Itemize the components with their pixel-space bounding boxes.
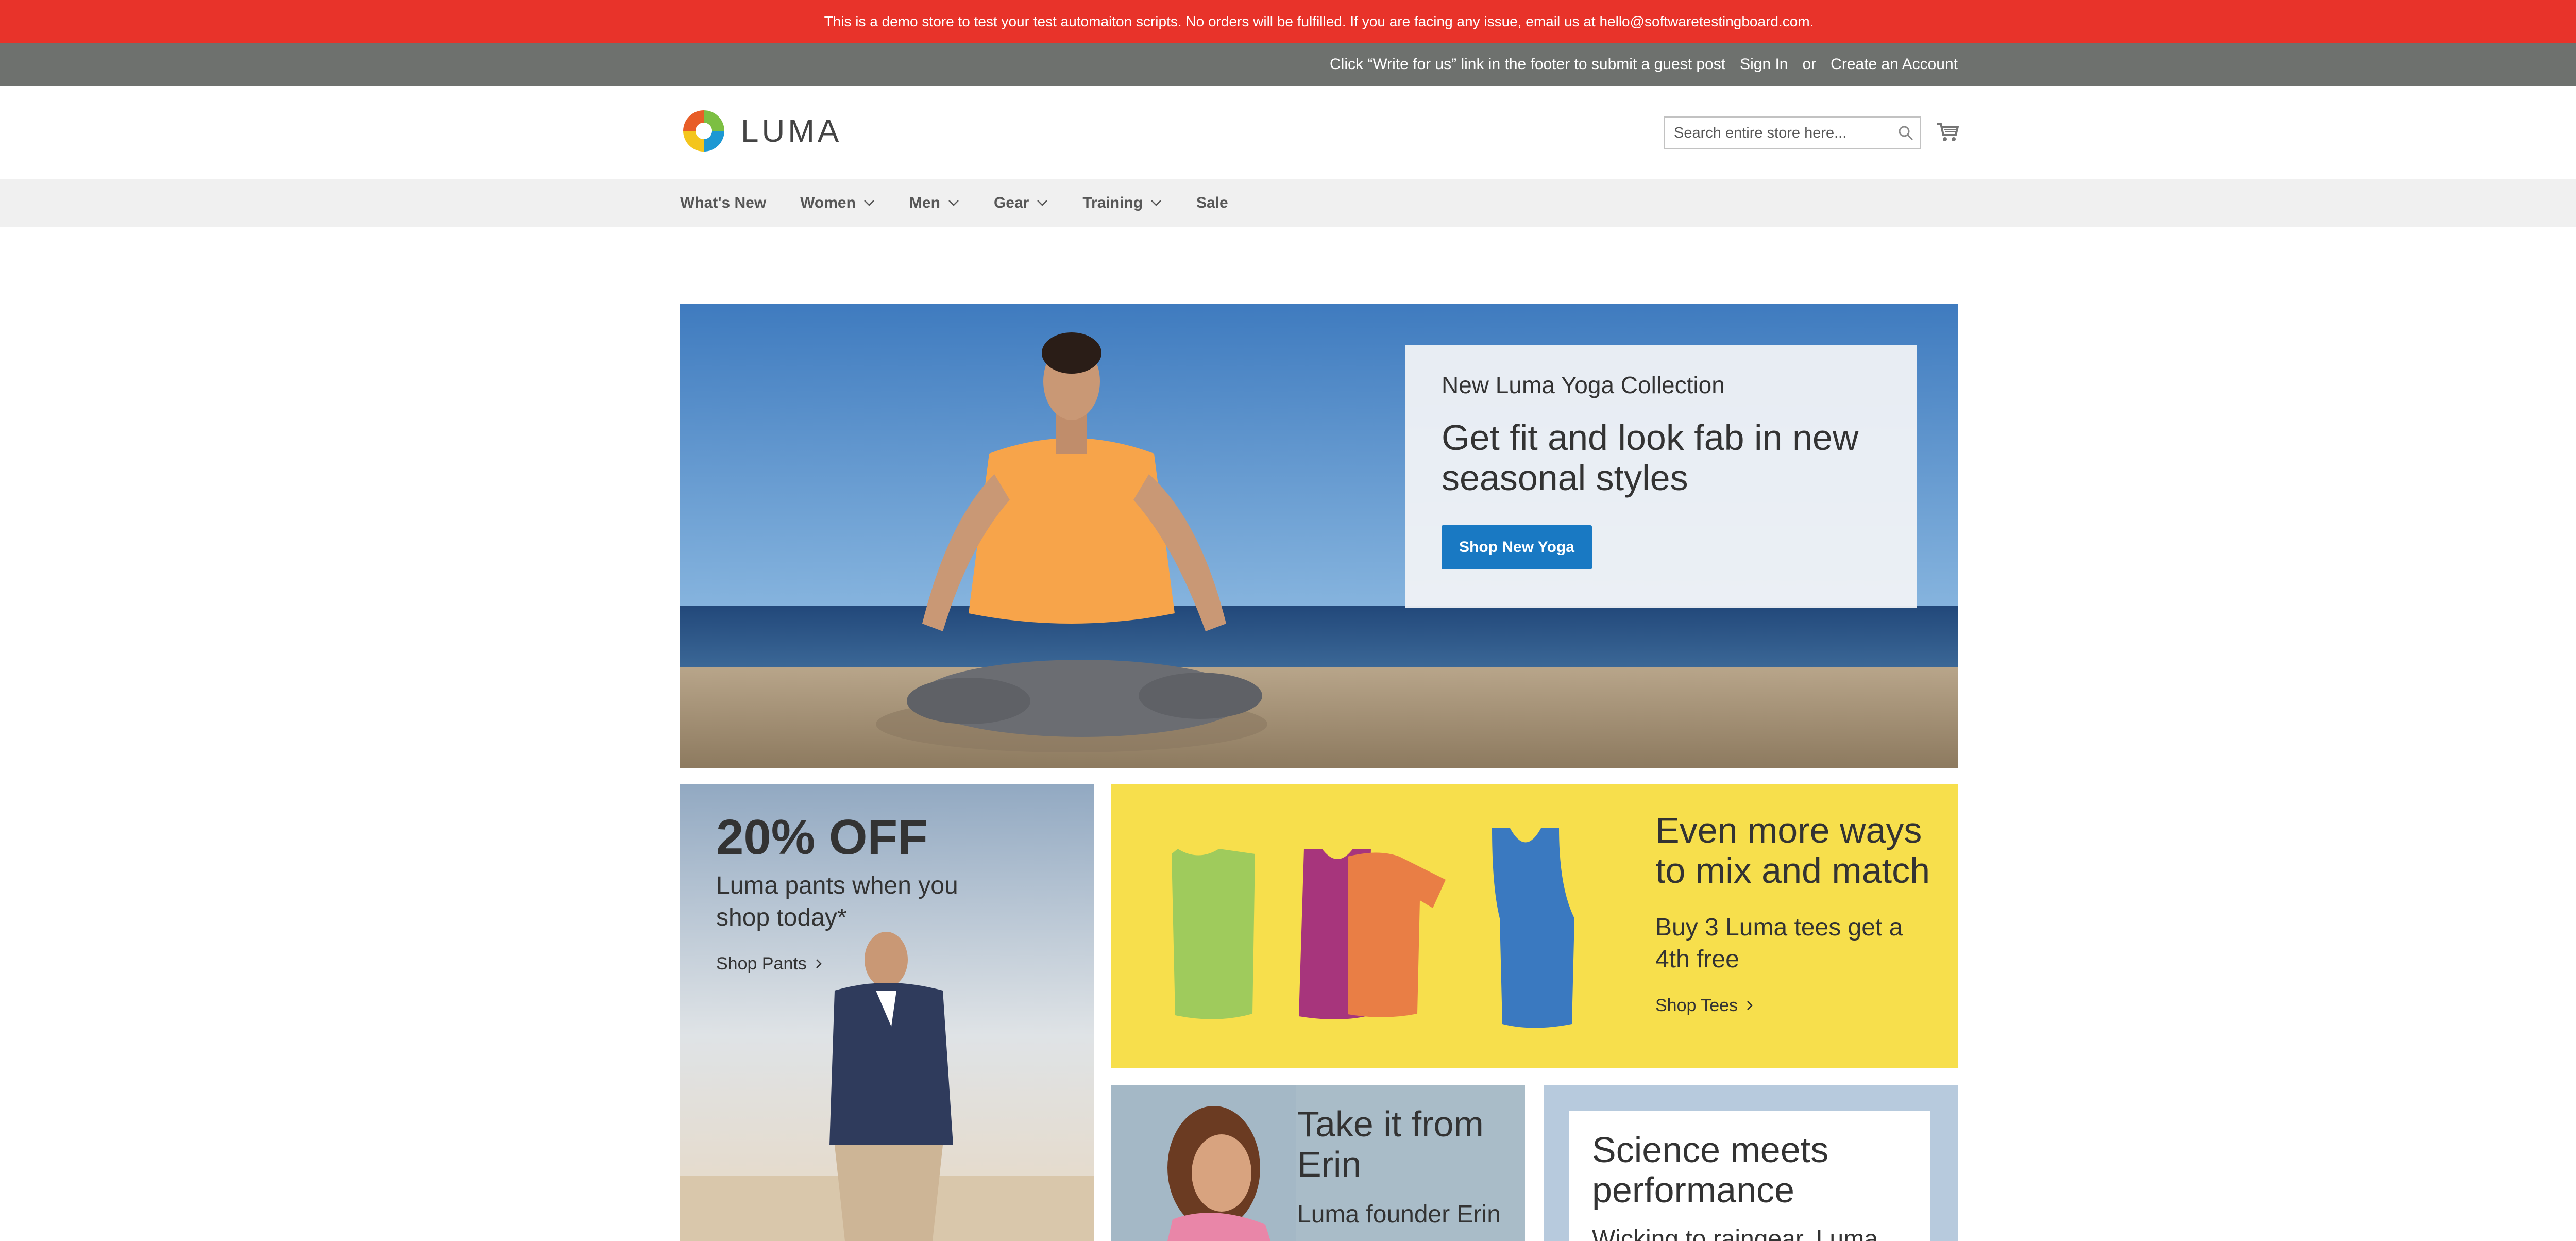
nav-item-whats-new[interactable]: What's New <box>680 194 766 212</box>
chevron-right-icon <box>816 959 822 969</box>
nav-item-men[interactable]: Men <box>909 194 960 212</box>
nav-item-label: Men <box>909 194 940 211</box>
search-input[interactable] <box>1665 118 1891 148</box>
shop-pants-label: Shop Pants <box>716 953 807 974</box>
logo-text: LUMA <box>741 113 842 149</box>
promo-erin-image <box>1111 1085 1296 1241</box>
nav-item-training[interactable]: Training <box>1082 194 1162 212</box>
site-header: LUMA <box>0 86 2576 179</box>
hero-promo-box: New Luma Yoga Collection Get fit and loo… <box>1405 345 1917 608</box>
shop-tees-label: Shop Tees <box>1655 995 1738 1015</box>
demo-notice-text: This is a demo store to test your test a… <box>824 13 1814 29</box>
nav-item-gear[interactable]: Gear <box>994 194 1048 212</box>
chevron-down-icon <box>864 200 874 206</box>
shop-tees-link[interactable]: Shop Tees <box>1655 996 1934 1016</box>
main-navigation: What's New Women Men Gear Training Sale <box>0 179 2576 227</box>
nav-item-label: Training <box>1082 194 1143 211</box>
nav-item-women[interactable]: Women <box>800 194 875 212</box>
nav-item-label: Gear <box>993 194 1029 211</box>
science-title: Science meets performance <box>1592 1130 1829 1211</box>
promo-science-block[interactable]: Science meets performance Wicking to rai… <box>1544 1085 1958 1241</box>
erin-title: Take it from Erin <box>1297 1104 1484 1185</box>
hero-title: Get fit and look fab in new seasonal sty… <box>1442 417 1859 498</box>
science-subtitle: Wicking to raingear, Luma <box>1592 1225 1878 1241</box>
promo-pants-block[interactable]: 20% OFF Luma pants when you shop today* … <box>680 784 1094 1241</box>
nav-item-label: Sale <box>1196 194 1228 211</box>
pants-subtitle: Luma pants when you shop today* <box>716 872 958 932</box>
sign-in-link[interactable]: Sign In <box>1740 56 1788 73</box>
promo-tees-image <box>1172 828 1574 1028</box>
shop-pants-link[interactable]: Shop Pants <box>716 954 974 974</box>
chevron-right-icon <box>1747 1001 1753 1010</box>
demo-notice-bar: This is a demo store to test your test a… <box>0 0 2576 43</box>
tees-subtitle: Buy 3 Luma tees get a 4th free <box>1655 913 1903 974</box>
chevron-down-icon <box>948 200 959 206</box>
luma-logo[interactable]: LUMA <box>680 106 842 156</box>
search-box <box>1664 116 1921 149</box>
top-links-bar: Click “Write for us” link in the footer … <box>0 43 2576 86</box>
search-icon[interactable] <box>1891 118 1920 148</box>
or-separator: or <box>1802 56 1817 73</box>
cart-icon[interactable] <box>1933 118 1962 146</box>
science-text-box: Science meets performance Wicking to rai… <box>1569 1111 1930 1241</box>
create-account-link[interactable]: Create an Account <box>1831 56 1958 73</box>
shop-new-yoga-button[interactable]: Shop New Yoga <box>1442 525 1592 569</box>
chevron-down-icon <box>1151 200 1161 206</box>
hero-banner[interactable]: New Luma Yoga Collection Get fit and loo… <box>680 304 1958 768</box>
erin-subtitle: Luma founder Erin <box>1297 1200 1501 1228</box>
guest-post-message: Click “Write for us” link in the footer … <box>1330 56 1726 73</box>
promo-erin-block[interactable]: Take it from Erin Luma founder Erin <box>1111 1085 1525 1241</box>
hero-kicker: New Luma Yoga Collection <box>1442 372 1725 398</box>
chevron-down-icon <box>1037 200 1048 206</box>
tees-title: Even more ways to mix and match <box>1655 810 1930 891</box>
nav-item-sale[interactable]: Sale <box>1196 194 1228 212</box>
promo-tees-block[interactable]: Even more ways to mix and match Buy 3 Lu… <box>1111 784 1958 1068</box>
luma-logo-icon <box>683 110 724 152</box>
nav-item-label: Women <box>800 194 856 211</box>
pants-discount-headline: 20% OFF <box>716 810 928 865</box>
nav-item-label: What's New <box>680 194 767 211</box>
